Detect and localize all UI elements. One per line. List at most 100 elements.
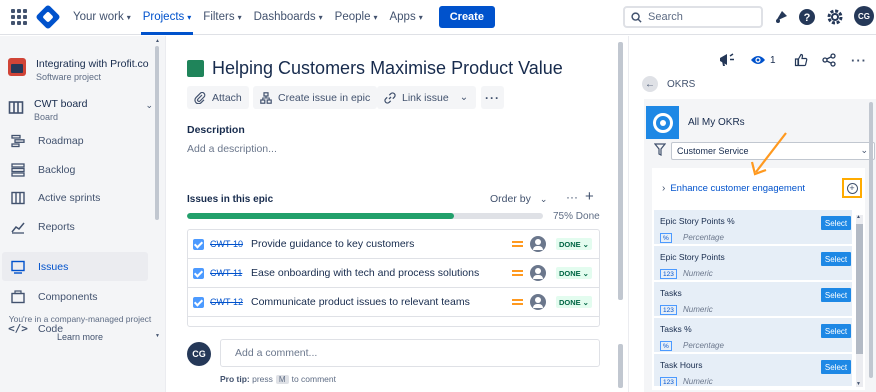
option-type: Numeric [683,377,713,386]
settings-gear-icon[interactable] [826,8,844,26]
sidebar-item-components[interactable]: Components [2,282,148,311]
filter-funnel-icon[interactable] [654,143,666,156]
select-button[interactable]: Select [821,252,851,266]
table-row[interactable]: CWT-12 Communicate product issues to rel… [188,288,599,317]
help-icon[interactable]: ? [798,8,816,26]
issue-key-link[interactable]: CWT-12 [210,297,243,307]
chevron-right-icon: › [662,183,666,194]
scroll-up-arrow-icon[interactable]: ▲ [856,214,861,220]
sidebar-scrollbar[interactable] [155,46,159,220]
status-badge[interactable]: DONE ⌄ [556,296,592,308]
objective-link[interactable]: › Enhance customer engagement [662,183,805,194]
filter-selected-value: Customer Service [677,146,749,156]
nav-dashboards[interactable]: Dashboards ▾ [248,0,329,35]
board-switcher[interactable]: CWT board Board ⌄ [8,98,153,122]
learn-more-link[interactable]: Learn more [0,332,160,342]
status-badge[interactable]: DONE ⌄ [556,267,592,279]
more-actions-button[interactable]: ··· [481,86,504,109]
status-badge[interactable]: DONE ⌄ [556,238,592,250]
progress-text: 75% Done [553,211,600,222]
add-key-result-button[interactable]: + [842,178,862,198]
chevron-down-icon: ▾ [187,12,192,22]
user-avatar[interactable]: CG [854,6,874,26]
scroll-up-arrow-icon[interactable]: ▲ [155,38,160,44]
add-child-issue-icon[interactable]: + [585,188,594,205]
link-issue-button[interactable]: Link issue [377,86,456,109]
comment-input[interactable]: Add a comment... [220,339,600,367]
panel-more-icon[interactable]: ··· [851,52,867,68]
sidebar-item-reports[interactable]: Reports [2,212,148,241]
attach-label: Attach [212,91,242,104]
issue-summary[interactable]: Ease onboarding with tech and process so… [251,267,479,279]
board-name: CWT board [34,98,88,110]
app-switcher-icon[interactable] [11,9,27,25]
backlog-icon [10,162,26,178]
list-item[interactable]: Tasks 123 Numeric Select [654,281,852,316]
nav-apps[interactable]: Apps ▾ [383,0,428,35]
child-issues-list: CWT-10 Provide guidance to key customers… [187,229,600,327]
table-row[interactable]: CWT-10 Provide guidance to key customers… [188,230,599,259]
nav-people[interactable]: People ▾ [329,0,384,35]
sidebar-item-roadmap[interactable]: Roadmap [2,126,148,155]
sidebar-item-active-sprints[interactable]: Active sprints [2,183,148,212]
select-button[interactable]: Select [821,324,851,338]
sidebar-item-backlog[interactable]: Backlog [2,155,148,184]
assignee-avatar[interactable] [530,294,546,310]
nav-your-work[interactable]: Your work ▾ [67,0,137,35]
search-input[interactable]: Search [623,6,763,28]
issue-key-link[interactable]: CWT-10 [210,239,243,249]
task-checkbox-icon [193,296,204,308]
list-item[interactable]: Tasks % % Percentage Select [654,317,852,352]
numeric-type-icon: 123 [660,269,677,279]
panel-scrollbar[interactable] [869,102,873,378]
order-by-dropdown[interactable]: Order by ⌄ [490,193,547,205]
sidebar-item-issues[interactable]: Issues [2,252,148,281]
list-item[interactable]: Epic Story Points % % Percentage Select [654,209,852,244]
jira-logo-icon[interactable] [35,4,61,30]
create-button[interactable]: Create [438,6,495,28]
eye-icon [751,56,765,64]
link-issue-label: Link issue [402,91,449,104]
select-button[interactable]: Select [821,216,851,230]
create-issue-in-epic-label: Create issue in epic [278,91,371,104]
description-input[interactable]: Add a description... [187,143,277,155]
search-icon [631,11,642,23]
link-icon [384,91,396,104]
epic-more-icon[interactable]: ··· [566,190,578,204]
link-issue-dropdown[interactable]: ⌄ [452,86,476,109]
list-item[interactable]: Task Hours 123 Numeric Select [654,353,852,386]
main-scrollbar[interactable] [618,42,623,300]
list-item[interactable]: Epic Story Points 123 Numeric Select [654,245,852,280]
issue-summary[interactable]: Provide guidance to key customers [251,238,414,250]
main-scrollbar-lower[interactable] [618,344,623,388]
thumbs-up-icon[interactable] [794,52,808,68]
option-name: Epic Story Points % [660,216,735,226]
project-header[interactable]: Integrating with Profit.co Software proj… [8,58,149,82]
notifications-icon[interactable] [772,8,790,26]
sidebar-item-label: Components [38,290,98,303]
issues-in-epic-heading: Issues in this epic [187,194,274,205]
scroll-down-arrow-icon[interactable]: ▼ [856,381,861,387]
attach-button[interactable]: Attach [187,86,249,109]
create-issue-in-epic-button[interactable]: Create issue in epic [253,86,378,109]
back-arrow-icon[interactable]: ← [642,76,658,92]
watch-button[interactable]: 1 [750,52,776,68]
nav-projects[interactable]: Projects ▾ [137,0,198,35]
select-button[interactable]: Select [821,360,851,374]
table-row[interactable]: CWT-11 Ease onboarding with tech and pro… [188,259,599,288]
board-columns-icon [10,190,26,206]
comment-avatar: CG [187,342,211,366]
issue-key-link[interactable]: CWT-11 [210,268,242,278]
sidebar-item-label: Backlog [38,163,76,176]
issue-title[interactable]: Helping Customers Maximise Product Value [212,58,563,79]
share-icon[interactable] [822,52,836,68]
percent-type-icon: % [660,341,672,351]
options-scrollbar[interactable] [856,224,863,354]
feedback-megaphone-icon[interactable] [718,52,736,68]
issue-summary[interactable]: Communicate product issues to relevant t… [251,296,470,308]
assignee-avatar[interactable] [530,236,546,252]
assignee-avatar[interactable] [530,265,546,281]
chevron-down-icon: ⌄ [860,145,868,155]
nav-filters[interactable]: Filters ▾ [197,0,247,35]
select-button[interactable]: Select [821,288,851,302]
